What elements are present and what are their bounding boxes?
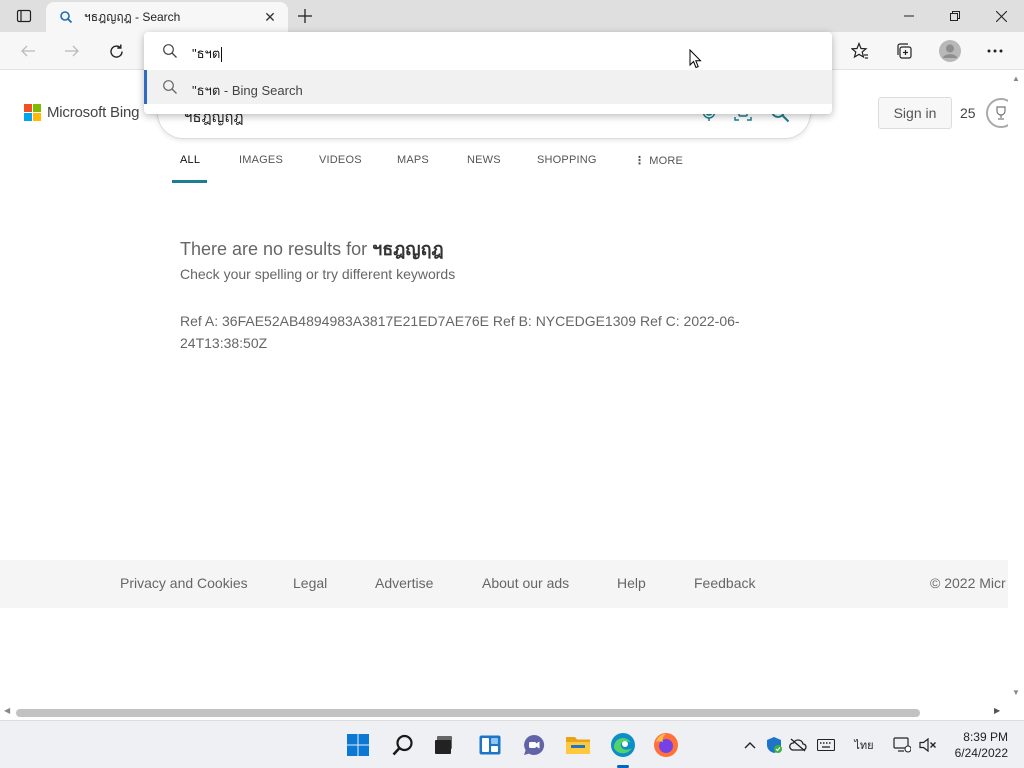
windows-taskbar: ไทย 8:39 PM 6/24/2022 [0, 720, 1024, 768]
close-window-button[interactable] [978, 0, 1024, 32]
tab-actions-icon [16, 9, 32, 23]
search-suggestion-item[interactable]: "ธฯต - Bing Search [144, 70, 832, 104]
settings-more-button[interactable] [980, 36, 1010, 66]
scope-all[interactable]: ALL [180, 154, 200, 166]
teams-chat-icon[interactable] [518, 729, 550, 761]
touch-keyboard-icon[interactable] [816, 735, 836, 755]
favorites-star-icon [851, 42, 868, 59]
avatar-icon [939, 40, 961, 62]
bing-logo[interactable]: Microsoft Bing [24, 104, 139, 121]
tab-title: ฯธฎญฤฎ - Search [84, 9, 181, 24]
browser-tab[interactable]: ฯธฎญฤฎ - Search ✕ [46, 2, 288, 32]
arrow-left-icon [21, 45, 35, 57]
rewards-points[interactable]: 25 [960, 105, 976, 121]
reference-id-text: Ref A: 36FAE52AB4894983A3817E21ED7AE76E … [180, 313, 740, 351]
search-icon[interactable] [387, 729, 419, 761]
clock-time: 8:39 PM [963, 730, 1008, 744]
widgets-icon[interactable] [474, 729, 506, 761]
address-bar-dropdown: "ธฯต "ธฯต - Bing Search [144, 32, 832, 114]
system-clock[interactable]: 8:39 PM 6/24/2022 [944, 729, 1008, 761]
network-icon[interactable] [892, 735, 912, 755]
profile-button[interactable] [935, 36, 965, 66]
no-results-query: ฯธฎญฤฎ [372, 239, 444, 259]
favorites-button[interactable] [845, 36, 875, 66]
firefox-icon[interactable] [650, 729, 682, 761]
restore-icon [950, 11, 960, 21]
address-bar[interactable]: "ธฯต [144, 32, 832, 70]
title-bar: ฯธฎญฤฎ - Search ✕ [0, 0, 1024, 32]
suggestion-label: "ธฯต - Bing Search [192, 83, 303, 98]
windows-start-icon[interactable] [342, 729, 374, 761]
clock-date: 6/24/2022 [954, 746, 1008, 760]
refresh-button[interactable] [101, 36, 131, 66]
restore-button[interactable] [932, 0, 978, 32]
scope-videos[interactable]: VIDEOS [319, 154, 362, 166]
scroll-left-arrow-icon[interactable]: ◀ [4, 706, 10, 715]
show-hidden-icons-chevron-up-icon[interactable] [740, 735, 760, 755]
windows-security-shield-icon[interactable] [764, 735, 784, 755]
vertical-scrollbar[interactable]: ▲ ▼ [1008, 70, 1024, 704]
text-caret [221, 47, 223, 63]
scope-news[interactable]: NEWS [467, 154, 501, 166]
arrow-right-icon [65, 45, 79, 57]
forward-button[interactable] [57, 36, 87, 66]
back-button[interactable] [13, 36, 43, 66]
vertical-dots-icon: ⋮ [634, 155, 646, 167]
scope-more[interactable]: ⋮ MORE [634, 154, 683, 167]
collections-button[interactable] [889, 36, 919, 66]
minimize-icon [904, 15, 914, 17]
footer-link-legal[interactable]: Legal [293, 575, 327, 591]
search-icon [163, 80, 177, 94]
plus-icon [298, 9, 312, 23]
scroll-up-arrow-icon[interactable]: ▲ [1012, 74, 1020, 83]
search-icon [163, 44, 177, 58]
no-results-hint: Check your spelling or try different key… [180, 266, 456, 282]
new-tab-button[interactable] [292, 4, 318, 28]
scope-images[interactable]: IMAGES [239, 154, 283, 166]
refresh-icon [109, 44, 123, 58]
scope-shopping[interactable]: SHOPPING [537, 154, 597, 166]
horizontal-scrollbar[interactable]: ◀ ▶ [0, 704, 1008, 720]
scope-maps[interactable]: MAPS [397, 154, 429, 166]
onedrive-cloud-icon[interactable] [788, 735, 808, 755]
active-scope-indicator [172, 180, 207, 183]
web-page: Microsoft Bing ฯธฎญฤฎ Sign in 25 ALL IMA… [0, 70, 1008, 704]
tab-close-icon[interactable]: ✕ [260, 7, 280, 27]
file-explorer-icon[interactable] [562, 729, 594, 761]
more-dots-icon [987, 49, 1003, 53]
close-icon [995, 10, 1007, 22]
task-view-icon[interactable] [428, 729, 460, 761]
footer-link-about-ads[interactable]: About our ads [482, 575, 569, 591]
scroll-down-arrow-icon[interactable]: ▼ [1012, 688, 1020, 697]
mouse-cursor-icon [689, 49, 702, 69]
footer-link-help[interactable]: Help [617, 575, 646, 591]
bing-search-favicon-icon [58, 9, 74, 25]
microsoft-logo-icon [24, 104, 41, 121]
sign-in-button[interactable]: Sign in [878, 97, 952, 129]
volume-muted-icon[interactable] [918, 735, 938, 755]
footer-link-advertise[interactable]: Advertise [375, 575, 433, 591]
copyright-text: © 2022 Micr [930, 575, 1006, 591]
no-results-heading: There are no results for ฯธฎญฤฎ [180, 239, 444, 259]
horizontal-scroll-thumb[interactable] [16, 709, 920, 717]
bing-logo-text: Microsoft Bing [47, 104, 140, 121]
scroll-right-arrow-icon[interactable]: ▶ [994, 706, 1000, 715]
footer-link-privacy[interactable]: Privacy and Cookies [120, 575, 248, 591]
minimize-button[interactable] [886, 0, 932, 32]
collections-icon [897, 43, 912, 59]
footer-link-feedback[interactable]: Feedback [694, 575, 755, 591]
edge-icon[interactable] [607, 729, 639, 761]
input-language-indicator[interactable]: ไทย [850, 735, 878, 755]
tab-actions-button[interactable] [8, 4, 40, 28]
rewards-trophy-icon[interactable] [986, 98, 1008, 128]
address-bar-input[interactable]: "ธฯต [192, 43, 223, 64]
page-footer: Privacy and Cookies Legal Advertise Abou… [0, 560, 1008, 608]
